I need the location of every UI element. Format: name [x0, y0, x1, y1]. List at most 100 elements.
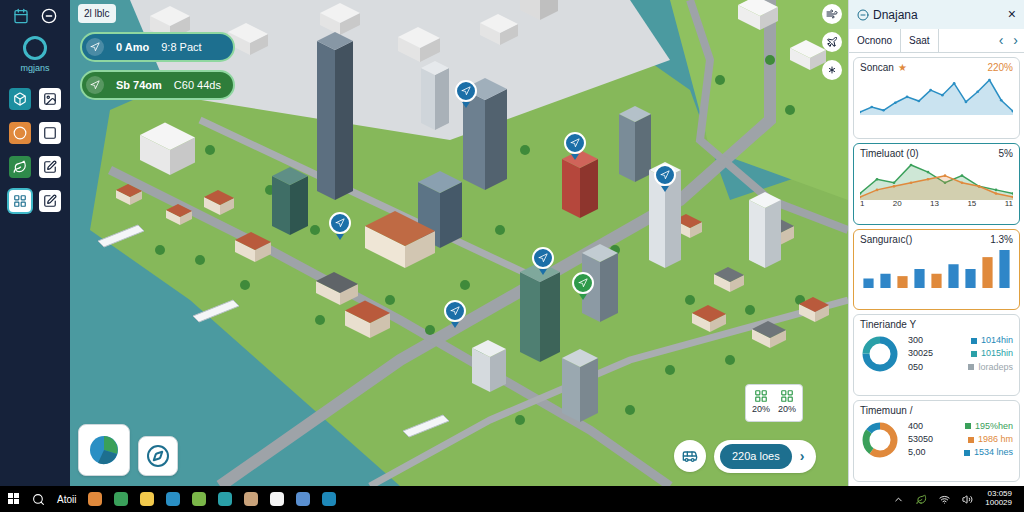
map-pin[interactable] — [444, 300, 466, 328]
prev-button[interactable]: ‹ — [995, 30, 1008, 51]
taskbar-app-icon[interactable] — [322, 492, 336, 506]
map-pin[interactable] — [564, 132, 586, 160]
nav-icon — [90, 80, 100, 90]
map-pin[interactable] — [455, 80, 477, 108]
windows-icon[interactable] — [8, 493, 20, 505]
stat-icon — [780, 389, 794, 403]
taskbar-app-icon[interactable] — [88, 492, 102, 506]
map-tool[interactable] — [822, 32, 842, 52]
tree — [515, 415, 525, 425]
map-pin[interactable] — [654, 164, 676, 192]
panel-tab[interactable]: Ocnono — [849, 29, 901, 52]
building — [345, 301, 390, 339]
bar — [880, 274, 890, 288]
sidebar-item[interactable] — [9, 156, 31, 178]
tool-icon — [43, 92, 57, 106]
building — [365, 211, 435, 268]
pin-icon — [578, 278, 588, 288]
taskbar-app-icon[interactable] — [192, 492, 206, 506]
stat-card[interactable]: Timemuun /400195%hen530501986 hm5,001534… — [853, 400, 1020, 482]
map-pin[interactable] — [329, 212, 351, 240]
stat-pill[interactable]: 0 Amo9:8 Pact — [80, 32, 235, 62]
volume-icon[interactable] — [962, 494, 973, 505]
sidebar-item[interactable] — [9, 88, 31, 110]
tree — [715, 75, 725, 85]
tree — [765, 55, 775, 65]
sidebar-item[interactable] — [9, 122, 31, 144]
taskbar-app-icon[interactable] — [296, 492, 310, 506]
card-title: Timeluaot (0) — [860, 148, 919, 161]
stat-card[interactable]: Tineriande Y3001014hin300251015hin050lor… — [853, 314, 1020, 396]
taskbar-app-icon[interactable] — [270, 492, 284, 506]
building — [520, 262, 560, 362]
tray-leaf-icon[interactable] — [916, 494, 927, 505]
bar — [914, 269, 924, 288]
logo[interactable]: mgjans — [20, 36, 49, 76]
boat — [403, 415, 449, 437]
panel-header: Dnajana× — [849, 0, 1024, 29]
map-area[interactable]: 2l lblc0 Amo9:8 PactSb 74omC60 44ds20%20… — [70, 0, 848, 486]
stat-card[interactable]: Soncan★220% — [853, 57, 1020, 139]
legend-row: 3001014hin — [908, 335, 1013, 346]
nav-icon — [90, 42, 100, 52]
minus-icon[interactable] — [857, 9, 869, 21]
circle-icon[interactable] — [41, 8, 57, 24]
tree — [495, 225, 505, 235]
taskbar-app-icon[interactable] — [218, 492, 232, 506]
sidebar-item[interactable] — [39, 88, 61, 110]
building — [562, 349, 598, 422]
sidebar-item[interactable] — [39, 122, 61, 144]
taskbar-app-icon[interactable] — [166, 492, 180, 506]
tree — [665, 365, 675, 375]
building — [738, 0, 778, 30]
stat-pill[interactable]: Sb 74omC60 44ds — [80, 70, 235, 100]
search-label[interactable]: Atoii — [57, 492, 76, 507]
building — [749, 192, 781, 268]
sidebar-item[interactable] — [39, 190, 61, 212]
action-button[interactable]: 220a loes› — [714, 440, 816, 473]
pie-button[interactable] — [78, 424, 130, 476]
bus-button[interactable] — [674, 440, 706, 472]
map-pin[interactable] — [572, 272, 594, 300]
bar-chart — [860, 246, 1013, 288]
star-mark: ★ — [898, 62, 907, 73]
donut-chart — [860, 420, 900, 460]
tool-icon — [43, 194, 57, 208]
legend-swatch — [971, 351, 977, 357]
bus-icon — [682, 448, 698, 464]
pie-icon — [88, 434, 120, 466]
compass-button[interactable] — [138, 436, 178, 476]
sidebar-item[interactable] — [9, 190, 31, 212]
wifi-icon[interactable] — [939, 494, 950, 505]
building — [204, 190, 234, 215]
boat — [98, 225, 144, 247]
panel-tab[interactable]: Saat — [901, 29, 939, 52]
stat-card[interactable]: Timeluaot (0)5%120131511 — [853, 143, 1020, 225]
search-icon[interactable] — [32, 493, 45, 506]
tray-up-icon[interactable] — [893, 494, 904, 505]
stat-card[interactable]: Sanguraıc()1.3% — [853, 229, 1020, 311]
map-tool[interactable] — [822, 4, 842, 24]
tree — [725, 355, 735, 365]
card-title: Timemuun / — [860, 405, 912, 418]
map-pin[interactable] — [532, 247, 554, 275]
tree — [625, 405, 635, 415]
building — [317, 32, 353, 200]
bar — [965, 269, 975, 288]
legend-swatch — [964, 450, 970, 456]
taskbar-app-icon[interactable] — [244, 492, 258, 506]
map-tool[interactable] — [822, 60, 842, 80]
tool-icon — [43, 160, 57, 174]
building — [398, 27, 440, 62]
clock[interactable]: 03:059100029 — [985, 490, 1016, 508]
building — [320, 3, 360, 35]
bar — [982, 257, 992, 288]
close-button[interactable]: × — [1008, 4, 1016, 25]
right-panel: Dnajana×OcnonoSaat‹›Soncan★220%Timeluaot… — [848, 0, 1024, 486]
taskbar-app-icon[interactable] — [114, 492, 128, 506]
next-button[interactable]: › — [1007, 30, 1024, 51]
sidebar-item[interactable] — [39, 156, 61, 178]
taskbar-app-icon[interactable] — [140, 492, 154, 506]
tree — [460, 280, 470, 290]
calendar-icon[interactable] — [13, 8, 29, 24]
